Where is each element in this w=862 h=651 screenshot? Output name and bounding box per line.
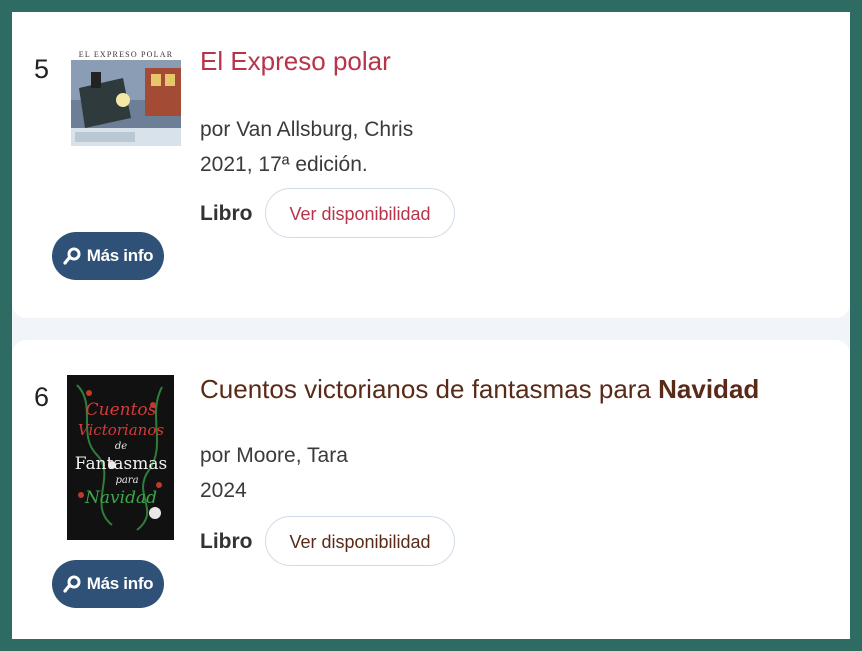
magnifier-icon <box>63 575 81 593</box>
result-title[interactable]: El Expreso polar <box>200 46 391 77</box>
availability-button[interactable]: Ver disponibilidad <box>265 516 455 566</box>
result-author: por Van Allsburg, Chris <box>200 118 413 142</box>
title-link[interactable]: Cuentos victorianos de fantasmas para <box>200 374 658 404</box>
cover-line-4: Fantasmas <box>75 454 167 474</box>
result-number: 6 <box>34 382 50 412</box>
title-link[interactable]: El Expreso polar <box>200 46 391 76</box>
svg-text:.: . <box>126 145 127 150</box>
magnifier-icon <box>63 247 81 265</box>
title-highlight[interactable]: Navidad <box>658 374 759 404</box>
more-info-label: Más info <box>86 574 154 593</box>
more-info-button[interactable]: Más info <box>52 560 164 608</box>
book-cover[interactable]: EL EXPRESO POLAR . <box>71 48 181 151</box>
availability-button[interactable]: Ver disponibilidad <box>265 188 455 238</box>
cover-image-victorian-ghosts: Cuentos Victorianos de Fantasmas para Na… <box>67 375 174 540</box>
cover-title-text: EL EXPRESO POLAR <box>79 50 173 59</box>
cover-line-3: de <box>115 441 127 452</box>
author-prefix: por <box>200 444 231 467</box>
more-info-label: Más info <box>86 246 154 265</box>
result-edition: 2024 <box>200 479 247 502</box>
author-link[interactable]: Moore, Tara <box>236 444 348 467</box>
cover-line-5: para <box>115 475 138 486</box>
result-title[interactable]: Cuentos victorianos de fantasmas para Na… <box>200 374 759 405</box>
material-type: Libro <box>200 530 253 553</box>
results-list: 5 EL EXPRESO POLAR . El Expreso polar po… <box>12 12 850 639</box>
more-info-button[interactable]: Más info <box>52 232 164 280</box>
result-card: 5 EL EXPRESO POLAR . El Expreso polar po… <box>12 12 850 318</box>
result-number: 5 <box>34 54 50 84</box>
cover-line-1: Cuentos <box>86 400 157 420</box>
author-prefix: por <box>200 118 231 141</box>
result-card: 6 Cuentos Victorianos de Fantasmas para … <box>12 340 850 639</box>
result-author: por Moore, Tara <box>200 444 348 468</box>
cover-line-6: Navidad <box>84 488 157 508</box>
cover-line-2: Victorianos <box>78 421 164 439</box>
book-cover[interactable]: Cuentos Victorianos de Fantasmas para Na… <box>67 375 174 540</box>
result-edition: 2021, 17ª edición. <box>200 153 368 176</box>
cover-image-polar-express: EL EXPRESO POLAR . <box>71 48 181 151</box>
author-link[interactable]: Van Allsburg, Chris <box>236 118 413 141</box>
material-type: Libro <box>200 202 253 225</box>
